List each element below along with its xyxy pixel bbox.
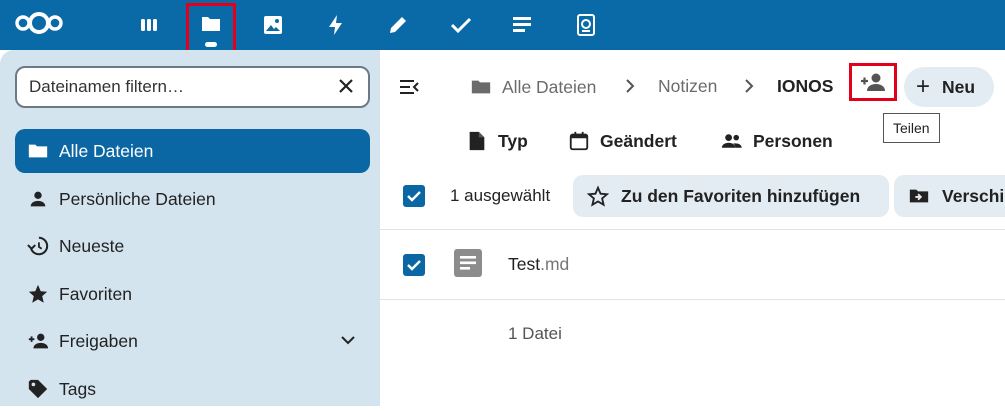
calendar-icon xyxy=(568,130,590,152)
breadcrumb-item-current[interactable]: IONOS xyxy=(777,76,833,97)
toggle-navigation-icon[interactable] xyxy=(398,76,420,98)
filter-placeholder: Dateinamen filtern… xyxy=(29,77,184,96)
add-to-favorites-button[interactable]: Zu den Favoriten hinzufügen xyxy=(573,175,889,217)
sidebar-item-recent[interactable]: Neueste xyxy=(15,224,370,268)
file-summary: 1 Datei xyxy=(508,324,562,343)
tasks-icon[interactable] xyxy=(439,4,483,46)
breadcrumb-item-notizen[interactable]: Notizen xyxy=(658,76,717,97)
photos-icon[interactable] xyxy=(251,4,295,46)
select-all-checkbox[interactable] xyxy=(403,185,425,207)
sidebar-item-personal-files[interactable]: Persönliche Dateien xyxy=(15,177,370,221)
file-basename: Test xyxy=(508,254,541,274)
selection-count: 1 ausgewählt xyxy=(450,186,551,205)
account-icon xyxy=(27,188,49,210)
text-file-icon xyxy=(454,249,482,277)
tag-icon xyxy=(27,378,49,400)
file-name[interactable]: Test.md xyxy=(508,254,569,275)
new-button[interactable]: + Neu xyxy=(904,67,994,107)
selection-bar: 1 ausgewählt Zu den Favoriten hinzufügen… xyxy=(380,170,1005,230)
file-extension: .md xyxy=(540,254,570,274)
star-icon xyxy=(27,283,49,305)
files-app-button[interactable] xyxy=(186,3,236,55)
account-plus-icon xyxy=(27,330,49,352)
sidebar-item-favorites[interactable]: Favoriten xyxy=(15,272,370,316)
chevron-right-icon xyxy=(745,79,754,93)
sidebar-item-label: Alle Dateien xyxy=(59,140,154,161)
folder-move-icon xyxy=(908,185,930,207)
plus-icon: + xyxy=(916,73,931,100)
filter-modified[interactable]: Geändert xyxy=(568,126,677,156)
filter-type[interactable]: Typ xyxy=(466,126,528,156)
sidebar-item-label: Neueste xyxy=(59,235,125,256)
deck-icon[interactable] xyxy=(500,4,544,46)
main-content: Alle Dateien Notizen IONOS + Neu Teilen … xyxy=(380,50,1005,406)
file-select-checkbox[interactable] xyxy=(403,254,425,276)
sidebar-item-label: Favoriten xyxy=(59,283,132,304)
share-button[interactable] xyxy=(849,63,897,101)
sidebar-item-label: Freigaben xyxy=(59,330,138,351)
chevron-down-icon[interactable] xyxy=(340,332,356,348)
filename-filter-input[interactable]: Dateinamen filtern… xyxy=(15,66,370,108)
filter-people[interactable]: Personen xyxy=(721,126,833,156)
folder-icon xyxy=(471,80,491,94)
breadcrumb-item-all-files[interactable]: Alle Dateien xyxy=(470,76,596,98)
nextcloud-logo[interactable] xyxy=(14,8,64,38)
folder-icon xyxy=(27,140,49,162)
contacts-icon[interactable] xyxy=(564,4,608,46)
clear-filter-icon[interactable] xyxy=(336,76,356,96)
sidebar-item-tags[interactable]: Tags xyxy=(15,367,370,411)
files-icon xyxy=(202,17,220,31)
activity-icon[interactable] xyxy=(314,4,358,46)
check-icon xyxy=(407,191,421,202)
account-group-icon xyxy=(721,130,743,152)
star-outline-icon xyxy=(587,185,609,207)
sidebar-item-all-files[interactable]: Alle Dateien xyxy=(15,129,370,173)
sidebar-item-shares[interactable]: Freigaben xyxy=(15,319,370,363)
dashboard-icon[interactable] xyxy=(127,4,171,46)
file-row[interactable]: Test.md xyxy=(380,230,1005,300)
history-icon xyxy=(27,235,49,257)
account-plus-icon xyxy=(861,73,885,91)
active-indicator xyxy=(205,42,217,47)
sidebar-item-label: Tags xyxy=(59,378,96,399)
move-copy-button[interactable]: Verschi xyxy=(894,175,1005,217)
file-icon xyxy=(466,130,488,152)
notes-icon[interactable] xyxy=(376,4,420,46)
sidebar-item-label: Persönliche Dateien xyxy=(59,188,216,209)
top-bar xyxy=(0,0,1005,55)
share-tooltip: Teilen xyxy=(883,113,940,143)
chevron-right-icon xyxy=(626,79,635,93)
sidebar: Dateinamen filtern… Alle Dateien Persönl… xyxy=(0,50,380,406)
check-icon xyxy=(407,260,421,271)
